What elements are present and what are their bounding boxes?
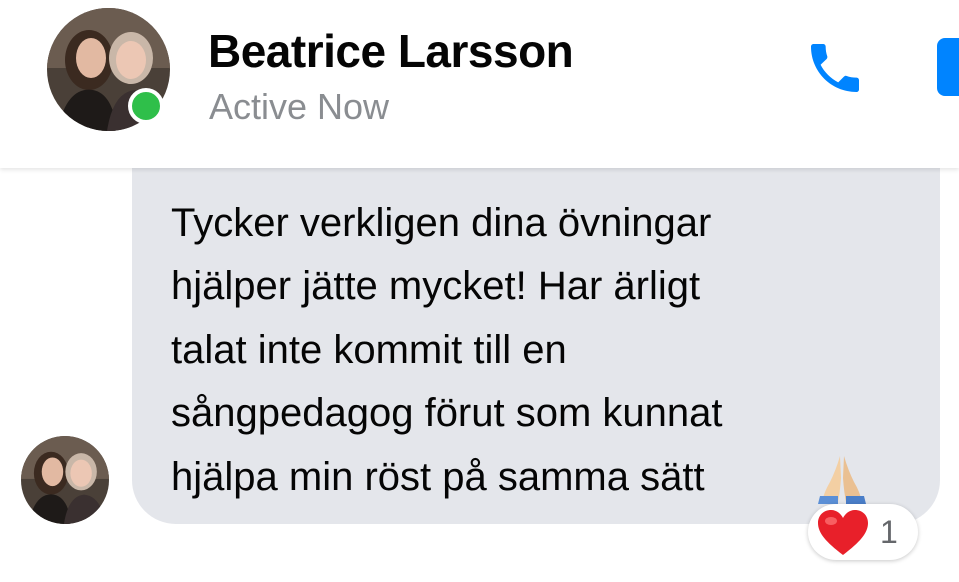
message-text: Tycker verkligen dina övningar hjälper j… bbox=[171, 201, 723, 499]
video-call-button[interactable] bbox=[937, 38, 959, 96]
phone-icon bbox=[811, 44, 859, 92]
red-heart-emoji bbox=[818, 510, 868, 555]
contact-status: Active Now bbox=[209, 86, 390, 127]
avatar-photo-icon bbox=[21, 436, 109, 524]
sender-avatar[interactable] bbox=[21, 436, 109, 524]
reaction-badge[interactable]: 1 bbox=[808, 504, 918, 560]
presence-indicator bbox=[128, 88, 164, 124]
contact-name[interactable]: Beatrice Larsson bbox=[208, 24, 574, 78]
reaction-count: 1 bbox=[880, 514, 898, 550]
chat-header: Beatrice Larsson Active Now bbox=[0, 0, 959, 168]
folded-hands-emoji bbox=[816, 452, 868, 504]
call-button[interactable] bbox=[800, 36, 870, 100]
